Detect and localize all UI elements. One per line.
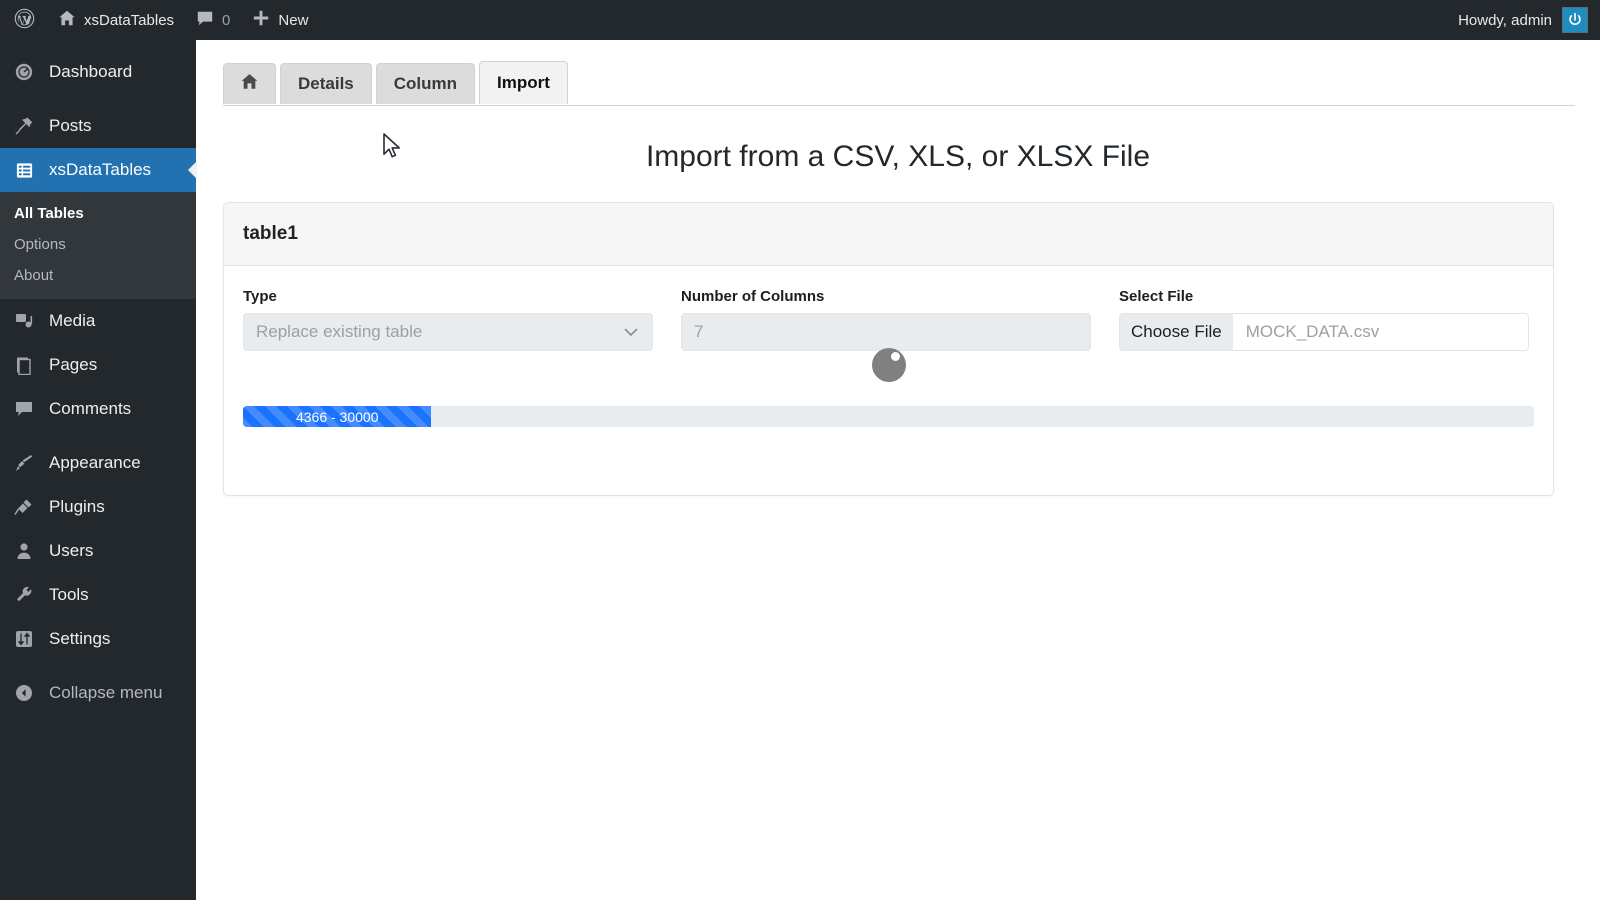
- menu-spacer-3: [0, 661, 196, 671]
- comment-bubble-icon: [13, 398, 35, 420]
- import-panel: table1 Type Replace existing table Numbe…: [223, 202, 1554, 496]
- pin-icon: [13, 115, 35, 137]
- tab-details[interactable]: Details: [280, 63, 372, 104]
- submenu-item-label: All Tables: [14, 205, 84, 222]
- sidebar-item-label: Users: [49, 541, 94, 560]
- paintbrush-icon: [13, 452, 35, 474]
- comment-bubble-icon: [196, 9, 214, 31]
- xsdatatables-submenu: All Tables Options About: [0, 192, 196, 299]
- sidebar-item-label: Pages: [49, 355, 98, 374]
- panel-heading: table1: [224, 203, 1553, 266]
- new-content-button[interactable]: New: [241, 0, 319, 40]
- menu-spacer-2: [0, 431, 196, 441]
- tab-column[interactable]: Column: [375, 63, 476, 104]
- type-select-value: Replace existing table: [256, 322, 423, 341]
- submenu-item-about[interactable]: About: [0, 260, 196, 291]
- sidebar-item-settings[interactable]: Settings: [0, 617, 196, 661]
- plug-icon: [13, 496, 35, 518]
- field-number-of-columns: Number of Columns 7: [681, 288, 1091, 351]
- sidebar-item-label: Appearance: [49, 453, 141, 472]
- sidebar-item-pages[interactable]: Pages: [0, 343, 196, 387]
- site-name-button[interactable]: xsDataTables: [47, 0, 185, 40]
- sliders-icon: [13, 628, 35, 650]
- field-type: Type Replace existing table: [243, 288, 653, 351]
- tab-bar: Details Column Import: [223, 61, 568, 104]
- sidebar-item-plugins[interactable]: Plugins: [0, 485, 196, 529]
- sidebar-item-dashboard[interactable]: Dashboard: [0, 50, 196, 94]
- chevron-left-circle-icon: [13, 682, 35, 704]
- home-icon: [240, 72, 259, 96]
- import-progress-label: 4366 - 30000: [295, 408, 379, 425]
- media-icon: [13, 310, 35, 332]
- spinner-container: [224, 348, 1553, 382]
- chevron-down-icon: [621, 322, 641, 342]
- submenu-item-options[interactable]: Options: [0, 229, 196, 260]
- sidebar-item-label: Dashboard: [49, 62, 133, 81]
- columns-input[interactable]: 7: [681, 313, 1091, 351]
- comments-button[interactable]: 0: [185, 0, 241, 40]
- sidebar-item-tools[interactable]: Tools: [0, 573, 196, 617]
- panel-body: Type Replace existing table Number of Co…: [224, 266, 1553, 427]
- list-table-icon: [13, 159, 35, 181]
- sidebar-item-label: Posts: [49, 116, 92, 135]
- loading-spinner-icon: [871, 348, 906, 382]
- sidebar-item-label: Media: [49, 311, 96, 330]
- tab-label: Import: [497, 73, 550, 92]
- sidebar-item-posts[interactable]: Posts: [0, 104, 196, 148]
- sidebar-item-xsdatatables[interactable]: xsDataTables: [0, 148, 196, 192]
- import-progress-bar: 4366 - 30000: [243, 406, 432, 427]
- home-icon: [58, 9, 76, 31]
- tab-bar-divider: [223, 105, 1575, 106]
- site-name-label: xsDataTables: [84, 11, 175, 29]
- comments-count: 0: [222, 11, 231, 29]
- howdy-label: Howdy, admin: [1458, 11, 1552, 29]
- field-select-file: Select File Choose File MOCK_DATA.csv: [1119, 288, 1529, 351]
- wrench-icon: [13, 584, 35, 606]
- choose-file-button[interactable]: Choose File: [1120, 314, 1233, 350]
- new-label: New: [278, 11, 309, 29]
- dashboard-icon: [13, 61, 35, 83]
- tab-import[interactable]: Import: [479, 61, 568, 104]
- collapse-menu-button[interactable]: Collapse menu: [0, 671, 196, 715]
- columns-input-value: 7: [694, 322, 704, 341]
- table-name-label: table1: [243, 223, 298, 244]
- menu-spacer-top: [0, 40, 196, 50]
- type-select[interactable]: Replace existing table: [243, 313, 653, 351]
- submenu-item-all-tables[interactable]: All Tables: [0, 198, 196, 229]
- sidebar-item-appearance[interactable]: Appearance: [0, 441, 196, 485]
- power-avatar-icon[interactable]: [1562, 7, 1588, 33]
- tab-label: Details: [298, 74, 354, 93]
- select-file-label: Select File: [1119, 288, 1194, 305]
- submenu-item-label: Options: [14, 236, 66, 253]
- sidebar-item-label: xsDataTables: [49, 160, 152, 179]
- page-title: Import from a CSV, XLS, or XLSX File: [645, 140, 1151, 173]
- sidebar-item-comments[interactable]: Comments: [0, 387, 196, 431]
- wordpress-logo-button[interactable]: [0, 0, 47, 40]
- tab-home[interactable]: [223, 63, 276, 104]
- sidebar-item-label: Settings: [49, 629, 111, 648]
- sidebar-item-users[interactable]: Users: [0, 529, 196, 573]
- type-label: Type: [243, 288, 277, 305]
- plus-icon: [252, 9, 270, 31]
- sidebar-item-label: Tools: [49, 585, 89, 604]
- file-input[interactable]: Choose File MOCK_DATA.csv: [1119, 313, 1529, 351]
- columns-label: Number of Columns: [681, 288, 825, 305]
- sidebar-item-media[interactable]: Media: [0, 299, 196, 343]
- selected-file-name: MOCK_DATA.csv: [1245, 322, 1380, 341]
- submenu-item-label: About: [14, 267, 54, 284]
- account-menu[interactable]: Howdy, admin: [1458, 7, 1600, 33]
- admin-sidebar-menu: Dashboard Posts xsDataTables All Tables …: [0, 40, 196, 900]
- collapse-menu-label: Collapse menu: [49, 683, 163, 702]
- tab-label: Column: [393, 74, 458, 93]
- import-progress-track: 4366 - 30000: [243, 406, 1534, 427]
- pages-icon: [13, 354, 35, 376]
- menu-spacer-1: [0, 94, 196, 104]
- sidebar-item-label: Comments: [49, 399, 132, 418]
- wordpress-logo-icon: [14, 8, 35, 33]
- import-form-fields: Type Replace existing table Number of Co…: [243, 288, 1534, 351]
- sidebar-item-label: Plugins: [49, 497, 105, 516]
- main-content: Details Column Import Import from a CSV,…: [196, 40, 1600, 900]
- admin-bar: xsDataTables 0 New Howdy, admin: [0, 0, 1600, 40]
- user-icon: [13, 540, 35, 562]
